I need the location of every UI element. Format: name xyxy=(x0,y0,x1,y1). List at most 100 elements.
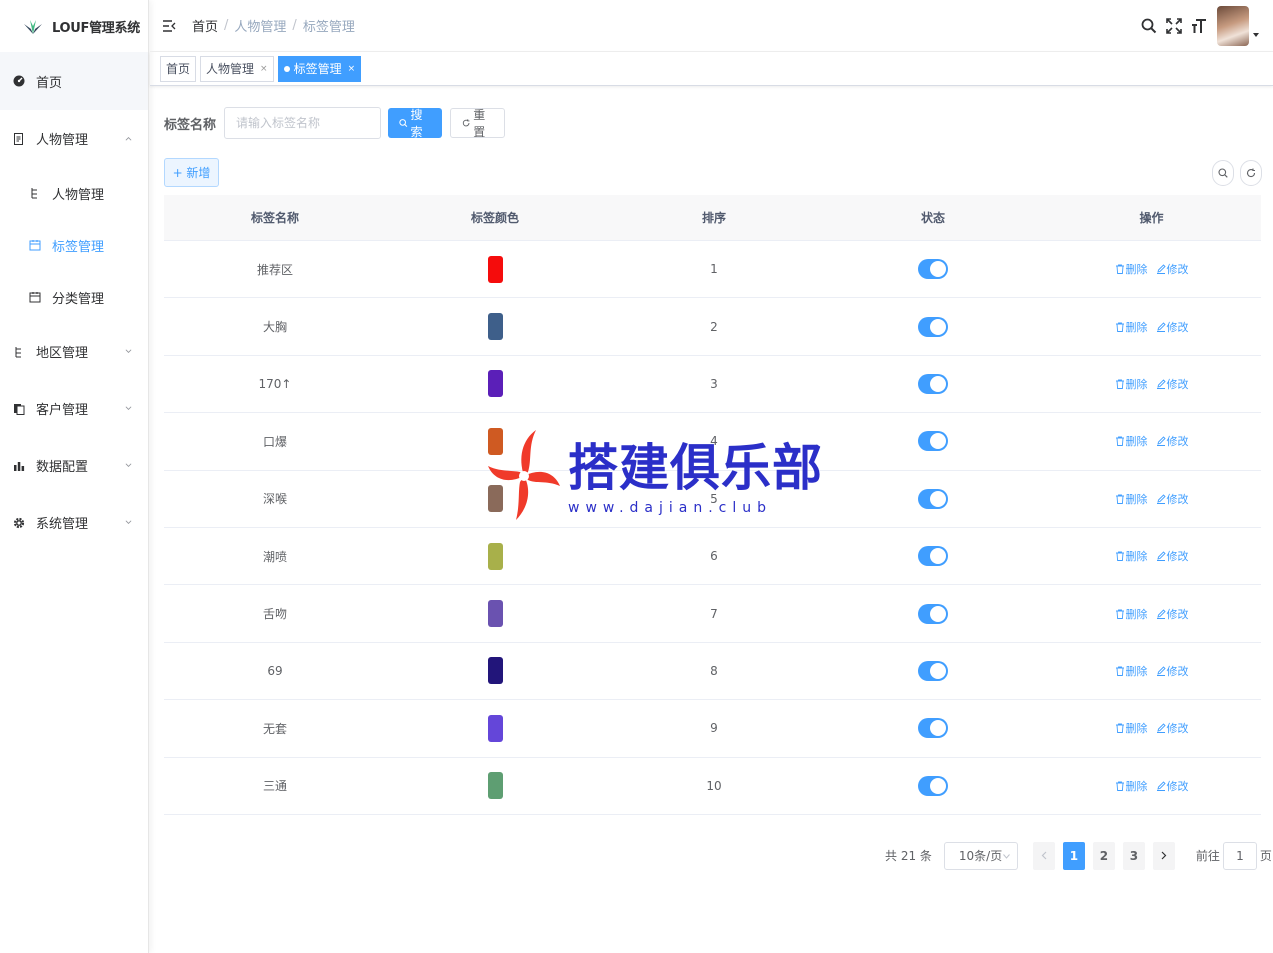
chevron-down-icon xyxy=(125,405,132,410)
actions-cell: 删除 修改 xyxy=(1042,778,1261,794)
edit-button[interactable]: 修改 xyxy=(1156,606,1189,622)
toggle-search-button[interactable] xyxy=(1212,160,1234,186)
next-page-button[interactable] xyxy=(1152,841,1175,870)
tag-label: 标签管理 xyxy=(293,62,342,76)
sidebar-item-region[interactable]: 地区管理 xyxy=(0,323,148,380)
calendar-icon xyxy=(29,291,41,303)
tag-name-cell: 口爆 xyxy=(262,434,287,449)
refresh-table-button[interactable] xyxy=(1240,160,1262,186)
watermark-url: www.dajian.club xyxy=(568,500,773,516)
delete-button[interactable]: 删除 xyxy=(1115,778,1148,794)
sidebar-item-home[interactable]: 首页 xyxy=(0,52,148,110)
breadcrumb: 首页 / 人物管理 / 标签管理 xyxy=(192,16,355,35)
sidebar-item-people[interactable]: 人物管理 xyxy=(0,110,148,167)
chevron-down-icon xyxy=(125,462,132,467)
search-button[interactable]: 搜索 xyxy=(388,108,443,139)
delete-label: 删除 xyxy=(1125,435,1148,449)
tag-people[interactable]: 人物管理 × xyxy=(200,55,274,82)
sidebar-subitem-categories[interactable]: 分类管理 xyxy=(0,271,148,323)
delete-button[interactable]: 删除 xyxy=(1115,491,1148,507)
reset-button[interactable]: 重置 xyxy=(450,108,506,139)
edit-icon xyxy=(1156,494,1166,504)
status-cell xyxy=(824,718,1042,739)
status-switch[interactable] xyxy=(918,546,948,567)
delete-button[interactable]: 删除 xyxy=(1115,663,1148,679)
status-switch[interactable] xyxy=(918,373,948,394)
sidebar-item-system[interactable]: 系统管理 xyxy=(0,494,148,551)
status-switch[interactable] xyxy=(918,603,948,624)
tag-name-cell: 大胸 xyxy=(262,320,287,335)
pagination-total: 共 21 条 xyxy=(885,849,932,863)
avatar[interactable] xyxy=(1217,6,1249,46)
delete-button[interactable]: 删除 xyxy=(1115,261,1148,277)
sidebar-item-label: 系统管理 xyxy=(36,517,89,532)
edit-button[interactable]: 修改 xyxy=(1156,491,1189,507)
close-icon[interactable]: × xyxy=(260,64,268,74)
delete-button[interactable]: 删除 xyxy=(1115,606,1148,622)
sidebar-subitem-tags[interactable]: 标签管理 xyxy=(0,219,148,271)
edit-icon xyxy=(1156,264,1166,275)
add-button[interactable]: + 新增 xyxy=(164,158,219,187)
edit-icon xyxy=(1156,608,1166,619)
tag-name-cell: 深喉 xyxy=(262,492,287,507)
status-switch[interactable] xyxy=(918,316,948,337)
document-icon xyxy=(13,132,25,145)
caret-down-icon[interactable] xyxy=(1253,33,1259,37)
edit-button[interactable]: 修改 xyxy=(1156,663,1189,679)
tag-tags-active[interactable]: 标签管理 × xyxy=(277,55,362,82)
sort-cell: 2 xyxy=(710,319,718,334)
edit-button[interactable]: 修改 xyxy=(1156,376,1189,392)
hamburger-icon[interactable] xyxy=(162,19,176,33)
sidebar-item-customers[interactable]: 客户管理 xyxy=(0,380,148,437)
column-header: 排序 xyxy=(701,211,726,225)
status-switch[interactable] xyxy=(918,431,948,452)
tag-color-cell xyxy=(386,255,604,283)
status-switch[interactable] xyxy=(918,718,948,739)
pagination: 共 21 条 10条/页 1 2 3 前往 页 xyxy=(885,841,1272,870)
close-icon[interactable]: × xyxy=(348,64,356,74)
color-swatch xyxy=(487,255,503,283)
goto-page-input[interactable] xyxy=(1222,841,1257,870)
logo[interactable]: LOUF管理系统 xyxy=(0,0,148,52)
prev-page-button[interactable] xyxy=(1032,841,1055,870)
page-size-select[interactable]: 10条/页 xyxy=(943,841,1018,870)
actions-cell: 删除 修改 xyxy=(1042,261,1261,277)
page-button[interactable]: 2 xyxy=(1092,841,1115,870)
edit-button[interactable]: 修改 xyxy=(1156,778,1189,794)
delete-button[interactable]: 删除 xyxy=(1115,376,1148,392)
edit-icon xyxy=(1156,321,1166,332)
color-swatch xyxy=(487,313,503,341)
edit-button[interactable]: 修改 xyxy=(1156,720,1189,736)
status-switch[interactable] xyxy=(918,488,948,509)
edit-button[interactable]: 修改 xyxy=(1156,319,1189,335)
actions-cell: 删除 修改 xyxy=(1042,376,1261,392)
page-button[interactable]: 1 xyxy=(1062,841,1085,870)
tag-name-cell: 69 xyxy=(267,663,283,678)
delete-button[interactable]: 删除 xyxy=(1115,548,1148,564)
page-button[interactable]: 3 xyxy=(1122,841,1145,870)
delete-button[interactable]: 删除 xyxy=(1115,319,1148,335)
tag-name-label: 标签名称 xyxy=(164,117,217,133)
tag-home[interactable]: 首页 xyxy=(160,55,197,82)
sidebar-subitem-people[interactable]: 人物管理 xyxy=(0,167,148,219)
sidebar-item-data-config[interactable]: 数据配置 xyxy=(0,437,148,494)
table-row: 舌吻 7 删除 修改 xyxy=(164,585,1261,643)
search-icon xyxy=(399,119,408,128)
delete-button[interactable]: 删除 xyxy=(1115,433,1148,449)
search-icon[interactable] xyxy=(1141,18,1157,34)
edit-button[interactable]: 修改 xyxy=(1156,548,1189,564)
breadcrumb-current: 标签管理 xyxy=(302,20,355,35)
status-switch[interactable] xyxy=(918,259,948,280)
tag-name-input[interactable] xyxy=(224,107,382,139)
status-switch[interactable] xyxy=(918,660,948,681)
actions-cell: 删除 修改 xyxy=(1042,433,1261,449)
fullscreen-icon[interactable] xyxy=(1166,18,1182,34)
status-switch[interactable] xyxy=(918,775,948,796)
edit-button[interactable]: 修改 xyxy=(1156,261,1189,277)
breadcrumb-home[interactable]: 首页 xyxy=(192,16,218,35)
edit-button[interactable]: 修改 xyxy=(1156,433,1189,449)
delete-button[interactable]: 删除 xyxy=(1115,720,1148,736)
edit-icon xyxy=(1156,436,1166,447)
trash-icon xyxy=(1115,322,1124,332)
font-size-icon[interactable] xyxy=(1191,18,1207,34)
